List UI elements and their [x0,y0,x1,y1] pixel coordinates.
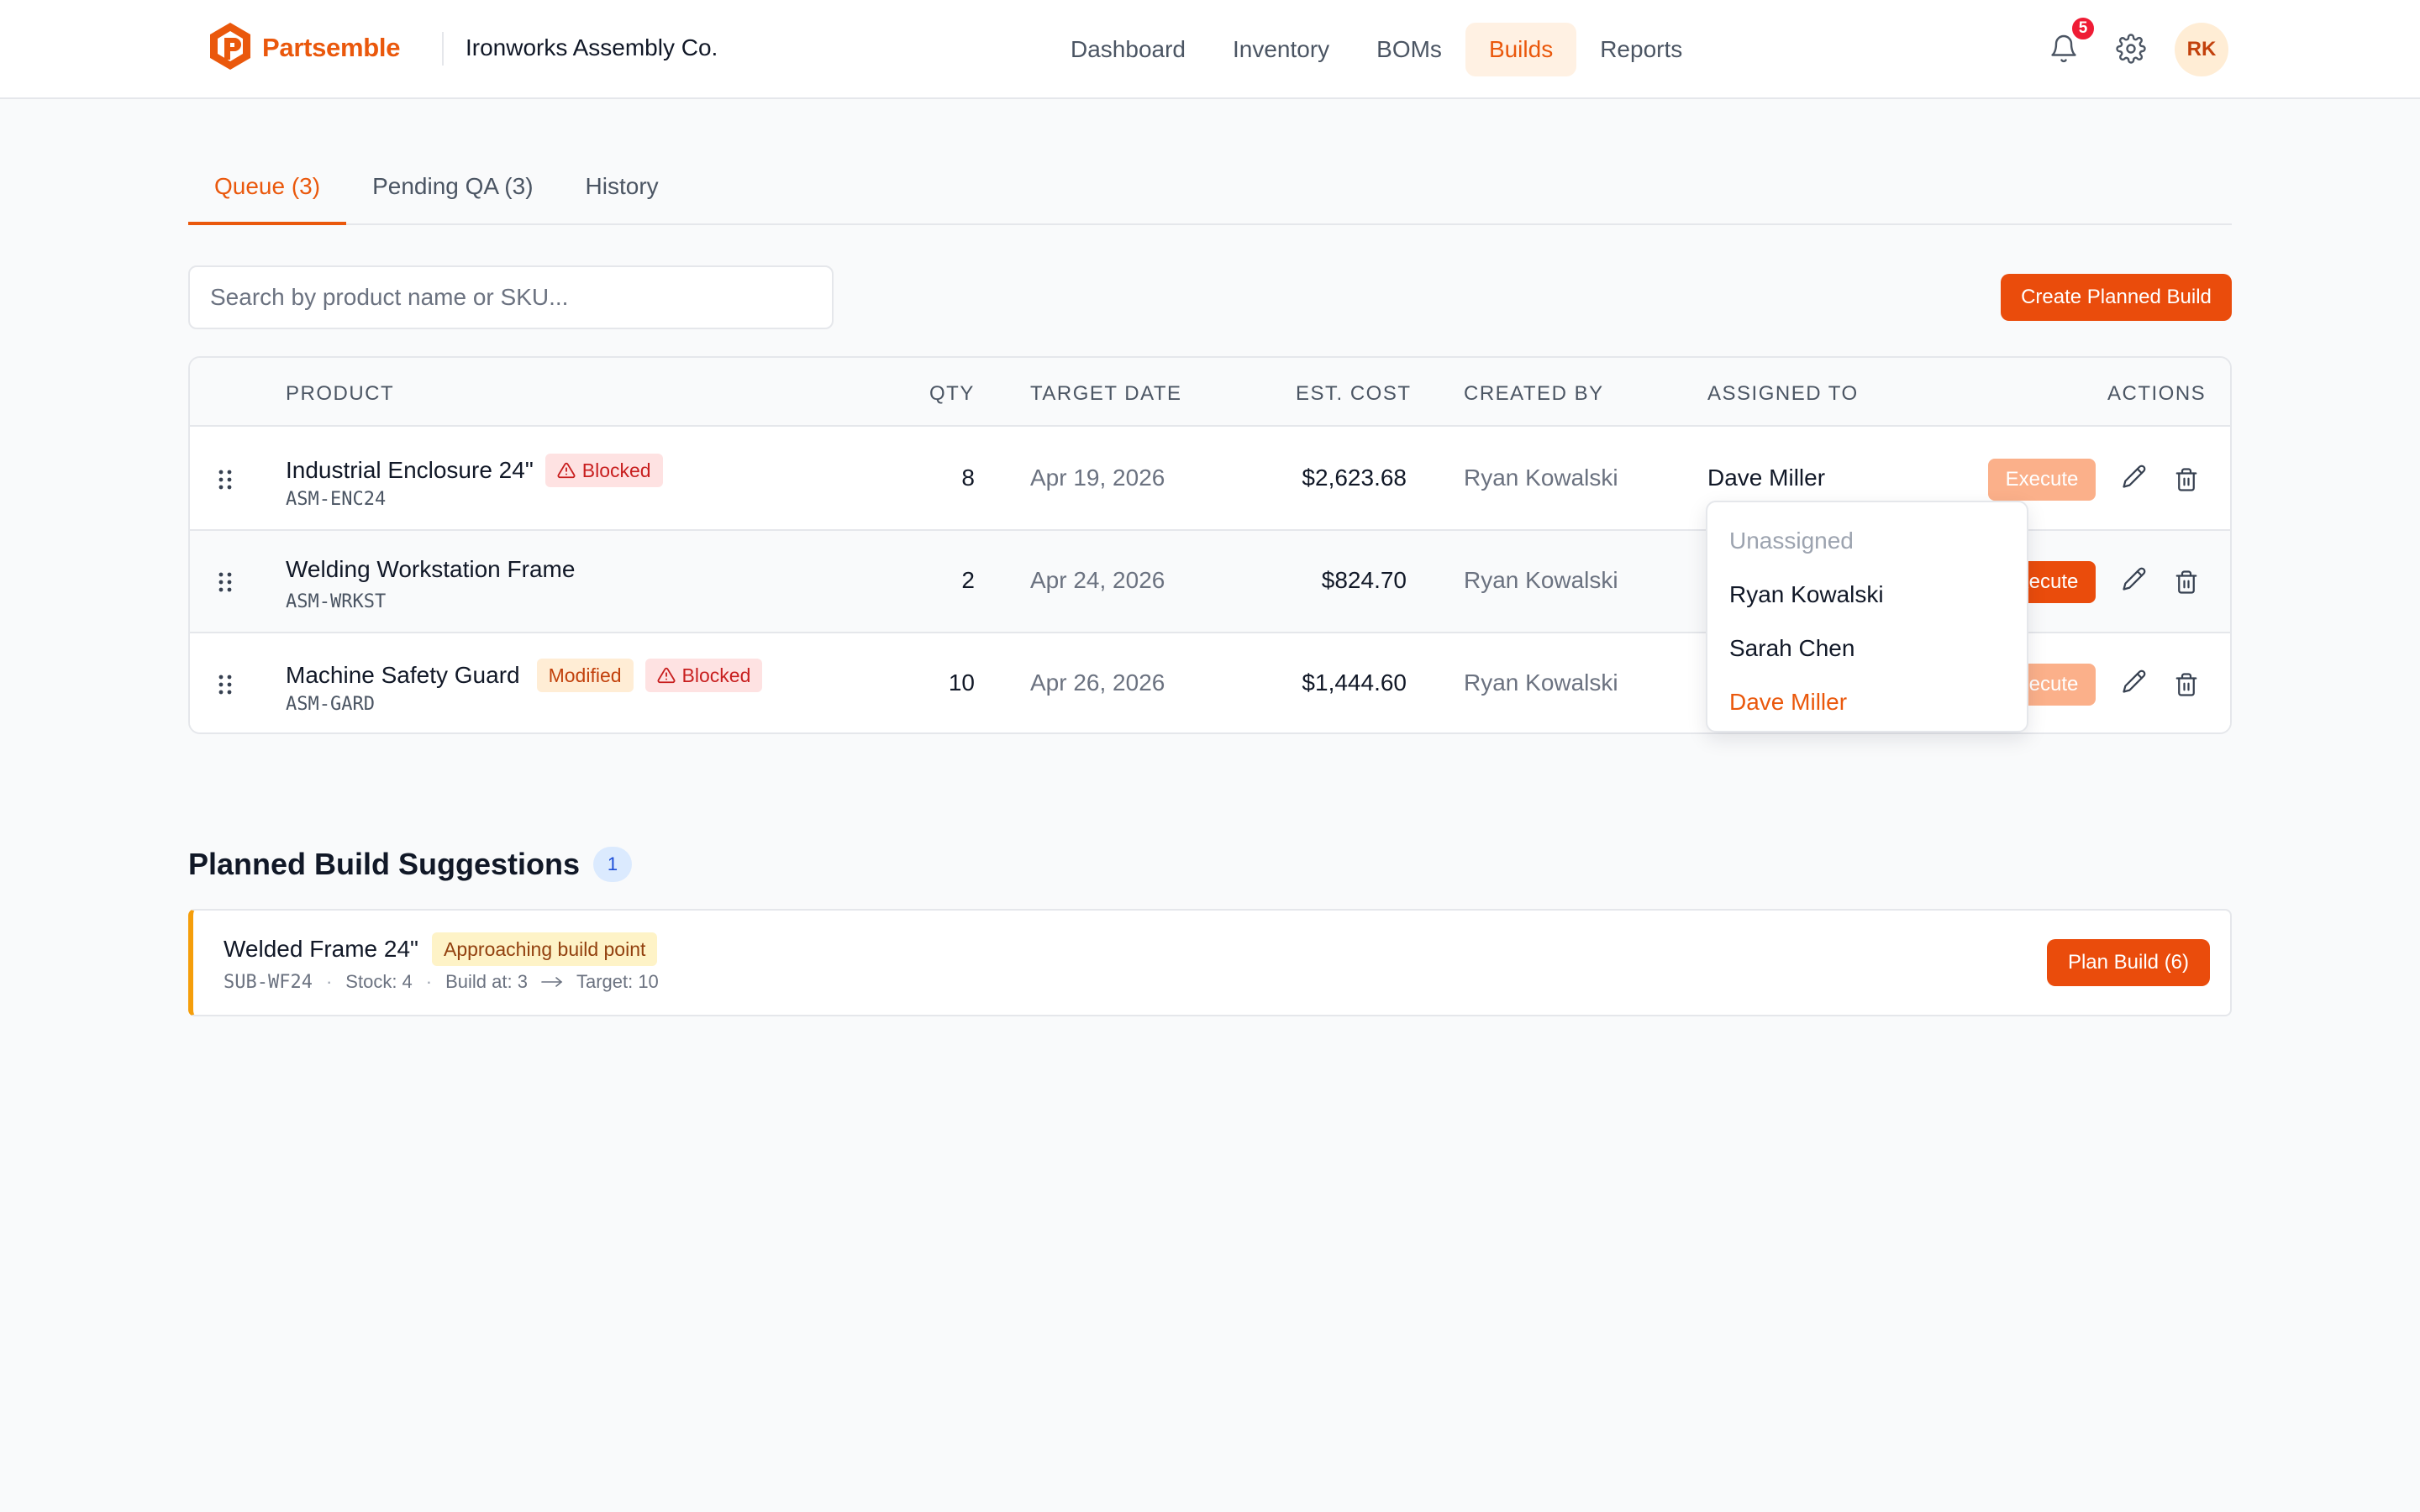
blocked-badge: Blocked [544,454,663,487]
brand-name: Partsemble [262,33,401,62]
trash-icon[interactable] [2173,569,2200,596]
warning-icon [657,667,676,684]
table-header: PRODUCT QTY TARGET DATE EST. COST CREATE… [190,358,2230,427]
gear-icon [2116,33,2146,68]
trash-icon[interactable] [2173,671,2200,698]
nav-inventory[interactable]: Inventory [1209,23,1353,76]
suggestion-build-at: Build at: 3 [445,971,528,992]
tab-queue[interactable]: Queue (3) [188,156,347,225]
main-nav: Dashboard Inventory BOMs Builds Reports [1047,23,1706,76]
product-name-text: Industrial Enclosure 24" [286,457,534,483]
target-date: Apr 26, 2026 [1030,669,1165,696]
target-date: Apr 24, 2026 [1030,567,1165,593]
drag-handle-icon[interactable] [215,672,235,697]
product-name: Welding Workstation Frame [286,556,575,583]
suggestion-sku: SUB-WF24 [224,971,313,993]
suggestion-target: Target: 10 [576,971,659,992]
product-sku: ASM-WRKST [286,591,387,612]
search-input[interactable] [188,265,834,329]
header-created-by: CREATED BY [1464,382,1604,405]
drag-handle-icon[interactable] [215,570,235,595]
dropdown-option-dave-miller[interactable]: Dave Miller [1707,675,2027,729]
separator: · [325,971,333,992]
create-planned-build-button[interactable]: Create Planned Build [2001,274,2232,321]
est-cost: $1,444.60 [1302,669,1407,696]
target-date: Apr 19, 2026 [1030,465,1165,491]
user-avatar[interactable]: RK [2175,23,2228,76]
product-name-text: Welding Workstation Frame [286,556,576,582]
divider [442,32,444,66]
blocked-badge: Blocked [644,659,763,692]
product-name: Machine Safety Guard Modified Blocked [286,659,763,692]
created-by: Ryan Kowalski [1464,567,1618,593]
created-by: Ryan Kowalski [1464,465,1618,491]
suggestions-count-badge: 1 [593,847,632,882]
builds-tabs: Queue (3) Pending QA (3) History [188,156,2232,225]
created-by: Ryan Kowalski [1464,669,1618,696]
est-cost: $824.70 [1321,567,1407,593]
trash-icon[interactable] [2173,466,2200,493]
nav-reports[interactable]: Reports [1576,23,1706,76]
header-target-date: TARGET DATE [1030,382,1182,405]
header-qty: QTY [929,382,975,405]
pencil-icon[interactable] [2121,463,2148,490]
nav-builds[interactable]: Builds [1465,23,1577,76]
suggestion-name-text: Welded Frame 24" [224,936,418,962]
header-assigned-to: ASSIGNED TO [1707,382,1859,405]
notification-count-badge: 5 [2070,15,2096,42]
separator: · [425,971,433,992]
qty: 2 [961,567,975,593]
assigned-to-select[interactable]: Dave Miller [1707,465,1825,491]
badge-label: Blocked [681,664,751,686]
suggestion-stock: Stock: 4 [345,971,413,992]
qty: 10 [948,669,975,696]
product-sku: ASM-GARD [286,694,375,715]
top-navigation-bar: Partsemble Ironworks Assembly Co. Dashbo… [0,0,2420,99]
suggestion-meta: SUB-WF24 · Stock: 4 · Build at: 3 Target… [224,971,659,993]
pencil-icon[interactable] [2121,565,2148,592]
suggestions-heading: Planned Build Suggestions [188,847,581,881]
brand[interactable]: Partsemble [207,22,400,74]
product-name-text: Machine Safety Guard [286,662,520,688]
suggestion-card: Welded Frame 24" Approaching build point… [188,909,2232,1016]
badge-label: Blocked [581,459,651,481]
approaching-badge: Approaching build point [431,932,658,966]
product-sku: ASM-ENC24 [286,489,387,510]
logo-icon [207,21,254,76]
nav-boms[interactable]: BOMs [1353,23,1465,76]
product-name: Industrial Enclosure 24" Blocked [286,454,663,487]
header-est-cost: EST. COST [1296,382,1412,405]
company-name: Ironworks Assembly Co. [466,34,718,60]
tab-pending-qa[interactable]: Pending QA (3) [346,156,559,225]
settings-button[interactable] [2112,32,2149,69]
dropdown-option-ryan-kowalski[interactable]: Ryan Kowalski [1707,568,2027,622]
qty: 8 [961,465,975,491]
modified-badge: Modified [536,659,634,692]
pencil-icon[interactable] [2121,668,2148,695]
est-cost: $2,623.68 [1302,465,1407,491]
header-actions: ACTIONS [2107,382,2207,405]
drag-handle-icon[interactable] [215,467,235,492]
assignee-dropdown: Unassigned Ryan Kowalski Sarah Chen Dave… [1706,501,2028,732]
suggestion-name: Welded Frame 24" Approaching build point [224,932,658,966]
dropdown-option-unassigned[interactable]: Unassigned [1707,514,2027,568]
warning-icon [557,462,576,479]
plan-build-button[interactable]: Plan Build (6) [2047,939,2210,986]
execute-button[interactable]: Execute [1988,459,2096,501]
dropdown-option-sarah-chen[interactable]: Sarah Chen [1707,622,2027,675]
header-product: PRODUCT [286,382,395,405]
arrow-right-icon [541,971,563,993]
nav-dashboard[interactable]: Dashboard [1047,23,1209,76]
tab-history[interactable]: History [560,156,685,225]
